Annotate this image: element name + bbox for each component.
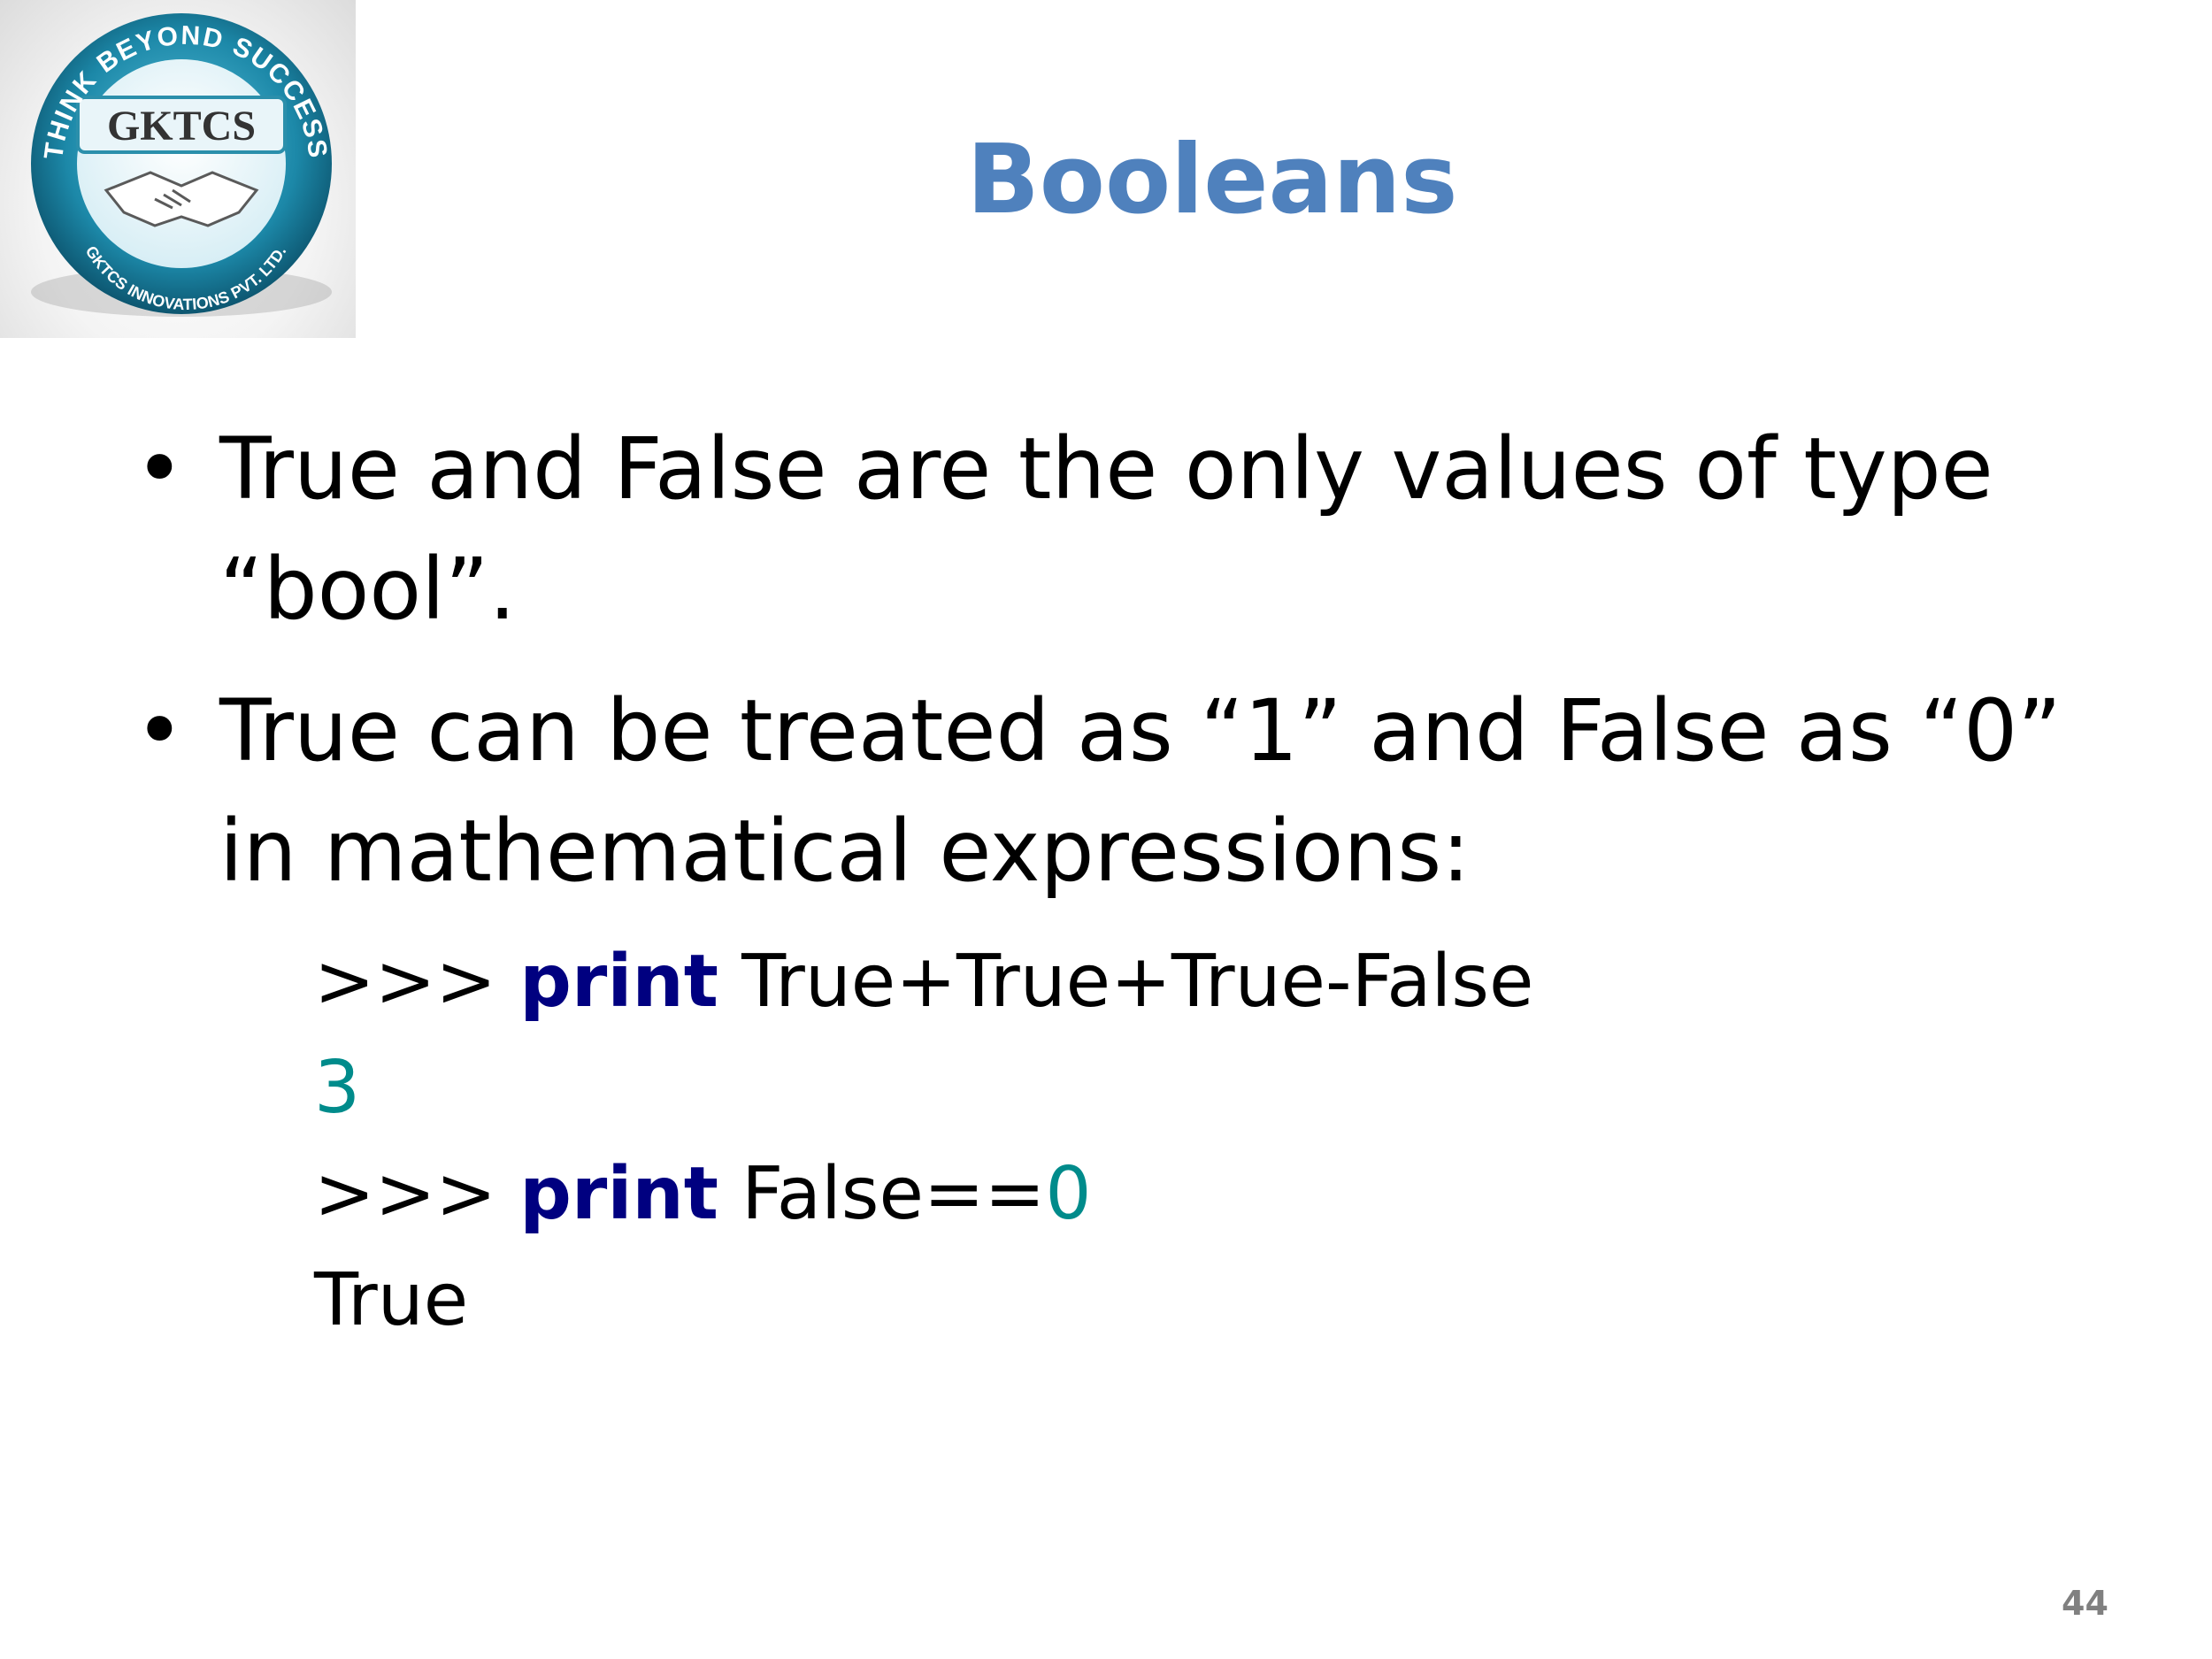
bullet-glyph: • <box>134 419 185 518</box>
code-number: 0 <box>1045 1152 1092 1236</box>
bullet-text: True can be treated as “1” and False as … <box>219 681 2062 901</box>
code-keyword: print <box>519 1152 719 1236</box>
code-line: >>> print True+True+True-False <box>314 929 1533 1035</box>
code-expression: True+True+True-False <box>718 940 1534 1024</box>
bullet-text: True and False are the only values of ty… <box>219 419 1993 639</box>
code-prompt: >>> <box>314 940 520 1024</box>
code-output: True <box>314 1258 469 1342</box>
slide-title: Booleans <box>966 125 1458 235</box>
slide: GKTCS THINK BEYOND SUCCESS GKTCS INNOVAT… <box>0 0 2212 1659</box>
code-prompt: >>> <box>314 1152 520 1236</box>
code-keyword: print <box>519 940 719 1024</box>
page-number: 44 <box>2062 1584 2108 1623</box>
bullet-glyph: • <box>134 681 185 780</box>
code-output: 3 <box>314 1046 361 1130</box>
code-expression: False== <box>718 1152 1046 1236</box>
code-line: >>> print False==0 <box>314 1141 1092 1248</box>
